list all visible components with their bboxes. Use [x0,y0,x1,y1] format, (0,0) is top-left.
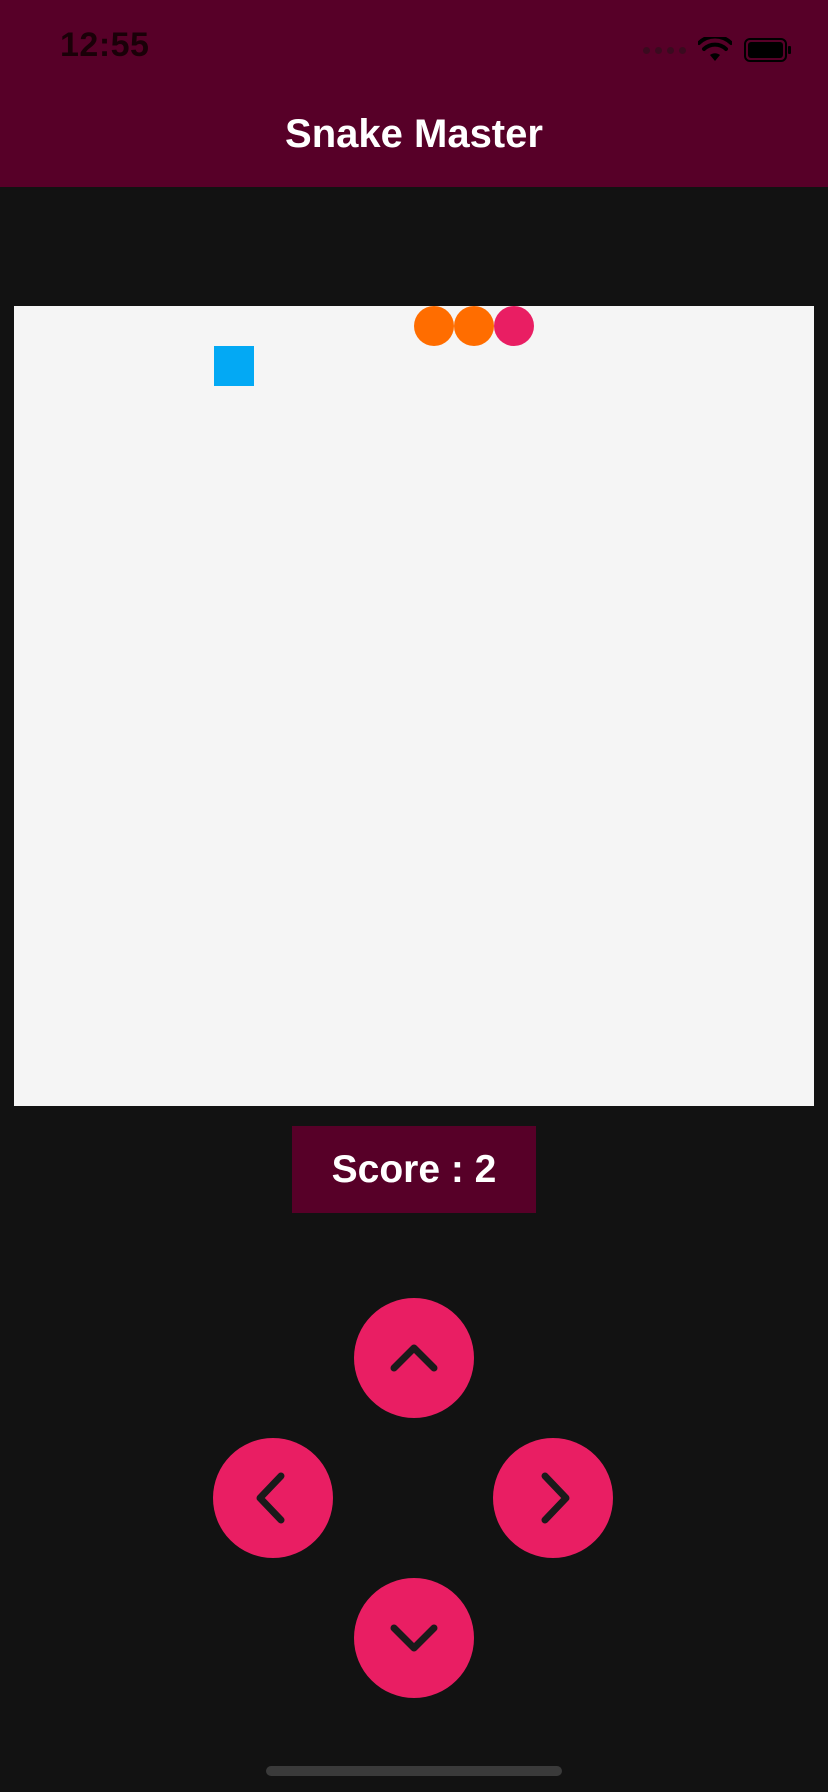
battery-icon [744,38,791,62]
chevron-left-icon [256,1472,285,1524]
up-button[interactable] [354,1298,474,1418]
food-item [214,346,254,386]
score-display: Score : 2 [292,1126,536,1213]
wifi-icon [698,37,732,61]
chevron-down-icon [390,1624,438,1652]
status-time: 12:55 [60,26,150,64]
snake-body-segment [414,306,454,346]
snake-body-segment [454,306,494,346]
right-button[interactable] [493,1438,613,1558]
app-screen: 12:55 Snake Master Score : 2 [0,0,828,1792]
game-board [14,306,814,1106]
page-title: Snake Master [285,112,543,156]
signal-icon [643,46,686,54]
score-label: Score : 2 [331,1147,497,1191]
snake-head [494,306,534,346]
app-header: 12:55 Snake Master [0,0,828,187]
left-button[interactable] [213,1438,333,1558]
chevron-right-icon [541,1472,570,1524]
down-button[interactable] [354,1578,474,1698]
home-indicator[interactable] [266,1766,562,1776]
status-icons [643,36,792,64]
chevron-up-icon [390,1344,438,1372]
